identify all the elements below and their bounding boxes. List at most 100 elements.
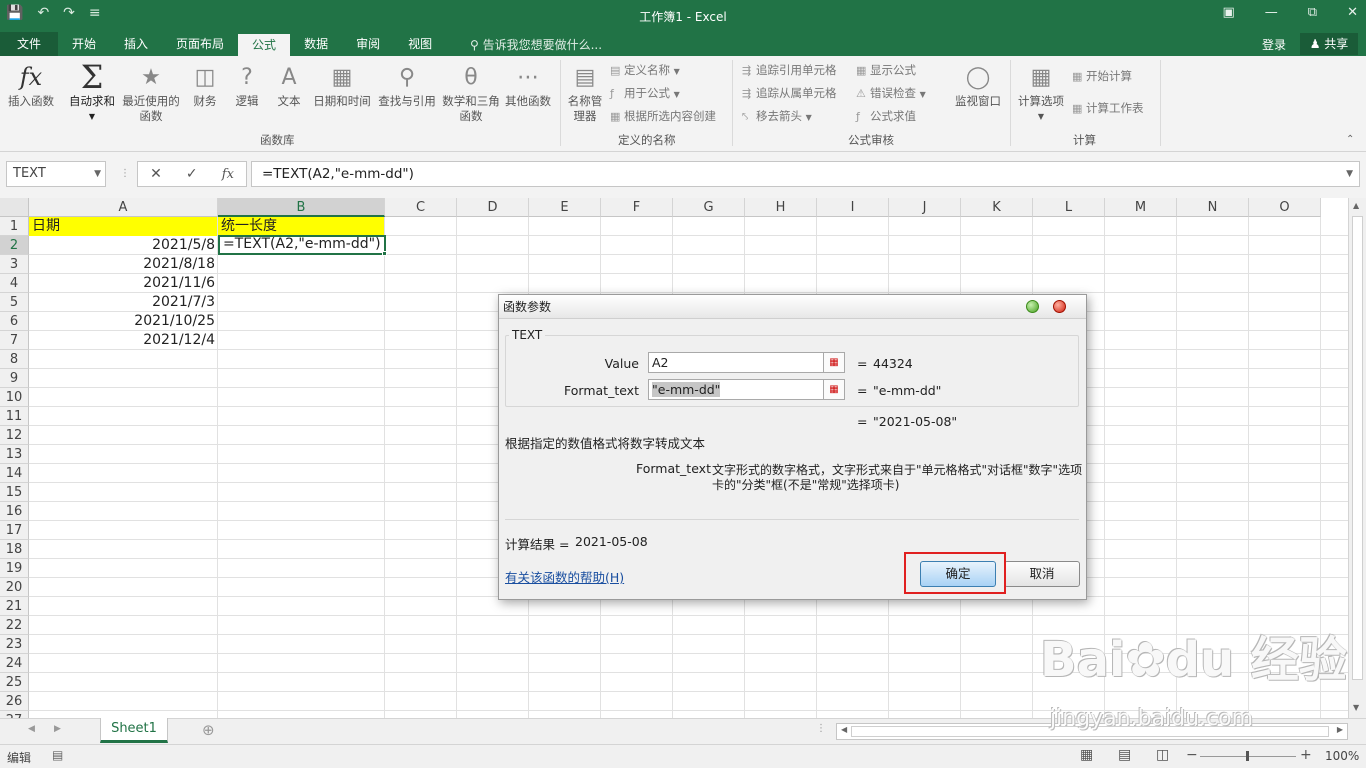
zoom-slider-thumb[interactable]	[1246, 751, 1249, 761]
column-header[interactable]: H	[745, 198, 817, 217]
zoom-level[interactable]: 100%	[1325, 749, 1359, 763]
prev-sheet-icon[interactable]: ◀	[28, 724, 35, 734]
close-icon[interactable]: ✕	[1347, 5, 1358, 20]
name-manager-button[interactable]: ▤ 名称管理器	[564, 58, 606, 124]
tab-insert[interactable]: 插入	[110, 32, 162, 56]
trace-precedents-button[interactable]: ⇶ 追踪引用单元格	[742, 60, 837, 80]
row-header[interactable]: 7	[0, 331, 29, 350]
row-header[interactable]: 19	[0, 559, 29, 578]
row-header[interactable]: 1	[0, 217, 29, 236]
sheet-tab-sheet1[interactable]: Sheet1	[100, 718, 168, 743]
horizontal-scrollbar[interactable]: ◀ ▶	[836, 723, 1348, 740]
text-button[interactable]: A 文本	[272, 58, 306, 109]
formula-input[interactable]: =TEXT(A2,"e-mm-dd") ▼	[251, 161, 1360, 187]
tab-file[interactable]: 文件	[0, 32, 58, 56]
restore-icon[interactable]: ⧉	[1308, 5, 1317, 20]
column-header[interactable]: D	[457, 198, 529, 217]
row-header[interactable]: 11	[0, 407, 29, 426]
tab-home[interactable]: 开始	[58, 32, 110, 56]
logical-button[interactable]: ? 逻辑	[230, 58, 264, 109]
row-header[interactable]: 23	[0, 635, 29, 654]
cancel-icon[interactable]: ✕	[150, 166, 162, 182]
row-header[interactable]: 27	[0, 711, 29, 718]
column-header[interactable]: O	[1249, 198, 1321, 217]
more-functions-button[interactable]: ⋯ 其他函数	[502, 58, 554, 109]
trace-dependents-button[interactable]: ⇶ 追踪从属单元格	[742, 83, 837, 103]
date-time-button[interactable]: ▦ 日期和时间	[310, 58, 374, 109]
cell-a6[interactable]: 2021/10/25	[29, 312, 217, 331]
cell-b2[interactable]: =TEXT(A2,"e-mm-dd")	[218, 235, 386, 255]
scroll-down-icon[interactable]: ▼	[1353, 703, 1359, 712]
close-icon[interactable]	[1053, 300, 1066, 313]
row-header[interactable]: 5	[0, 293, 29, 312]
calc-now-button[interactable]: ▦ 开始计算	[1072, 66, 1132, 86]
define-name-button[interactable]: ▤ 定义名称 ▼	[610, 60, 680, 80]
show-formulas-button[interactable]: ▦ 显示公式	[856, 60, 916, 80]
calc-sheet-button[interactable]: ▦ 计算工作表	[1072, 98, 1144, 118]
share-button[interactable]: ♟ 共享	[1300, 33, 1358, 55]
tab-view[interactable]: 视图	[394, 32, 446, 56]
row-header[interactable]: 9	[0, 369, 29, 388]
create-from-selection-button[interactable]: ▦ 根据所选内容创建	[610, 106, 716, 126]
page-break-view-icon[interactable]: ◫	[1156, 747, 1169, 763]
row-header[interactable]: 17	[0, 521, 29, 540]
row-header[interactable]: 18	[0, 540, 29, 559]
fx-icon[interactable]: fx	[222, 167, 234, 182]
next-sheet-icon[interactable]: ▶	[54, 724, 61, 734]
insert-function-button[interactable]: fx 插入函数	[4, 58, 58, 109]
row-header[interactable]: 13	[0, 445, 29, 464]
column-header[interactable]: M	[1105, 198, 1177, 217]
normal-view-icon[interactable]: ▦	[1080, 747, 1093, 763]
cell-a7[interactable]: 2021/12/4	[29, 331, 217, 350]
row-header[interactable]: 4	[0, 274, 29, 293]
scroll-up-icon[interactable]: ▲	[1353, 201, 1359, 210]
row-header[interactable]: 2	[0, 236, 29, 255]
cell-a3[interactable]: 2021/8/18	[29, 255, 217, 274]
row-header[interactable]: 15	[0, 483, 29, 502]
row-header[interactable]: 20	[0, 578, 29, 597]
tab-data[interactable]: 数据	[290, 32, 342, 56]
evaluate-formula-button[interactable]: ƒ 公式求值	[856, 106, 916, 126]
row-header[interactable]: 8	[0, 350, 29, 369]
collapse-dialog-icon[interactable]: ▦	[823, 352, 845, 373]
minimize-icon[interactable]: —	[1265, 5, 1278, 20]
column-header[interactable]: E	[529, 198, 601, 217]
cell-b1[interactable]: 统一长度	[218, 217, 384, 236]
tell-me-box[interactable]: ⚲ 告诉我您想要做什么...	[470, 36, 602, 53]
tab-review[interactable]: 审阅	[342, 32, 394, 56]
column-header[interactable]: N	[1177, 198, 1249, 217]
macro-record-icon[interactable]: ▤	[52, 748, 63, 762]
help-on-function-link[interactable]: 有关该函数的帮助(H)	[505, 567, 624, 586]
collapse-dialog-icon[interactable]: ▦	[823, 379, 845, 400]
vertical-scrollbar[interactable]: ▲ ▼	[1348, 198, 1366, 718]
plus-circle-icon[interactable]: ⊕	[202, 721, 215, 739]
row-header[interactable]: 25	[0, 673, 29, 692]
collapse-ribbon-icon[interactable]: ⌃	[1346, 134, 1354, 145]
column-header[interactable]: L	[1033, 198, 1105, 217]
cell-a2[interactable]: 2021/5/8	[29, 236, 217, 255]
row-header[interactable]: 3	[0, 255, 29, 274]
scroll-left-icon[interactable]: ◀	[841, 725, 847, 734]
name-box[interactable]: TEXT ▼	[6, 161, 106, 187]
column-header[interactable]: A	[29, 198, 218, 217]
calc-options-button[interactable]: ▦ 计算选项 ▼	[1014, 58, 1068, 124]
page-layout-view-icon[interactable]: ▤	[1118, 747, 1131, 763]
scroll-thumb[interactable]	[1352, 216, 1363, 680]
math-trig-button[interactable]: θ 数学和三角函数	[442, 58, 500, 124]
zoom-in-icon[interactable]: +	[1300, 747, 1312, 763]
cancel-button[interactable]: 取消	[1004, 561, 1080, 587]
scroll-thumb[interactable]	[851, 726, 1329, 737]
tab-page-layout[interactable]: 页面布局	[162, 32, 238, 56]
column-header[interactable]: G	[673, 198, 745, 217]
autosum-button[interactable]: Σ 自动求和 ▼	[64, 58, 120, 124]
arg-input-value[interactable]: A2	[648, 352, 824, 373]
financial-button[interactable]: ◫ 财务	[186, 58, 224, 109]
column-header[interactable]: K	[961, 198, 1033, 217]
use-in-formula-button[interactable]: ƒ 用于公式 ▼	[610, 83, 680, 103]
enter-checkmark-icon[interactable]: ✓	[186, 166, 198, 182]
lookup-reference-button[interactable]: ⚲ 查找与引用	[376, 58, 438, 109]
column-header[interactable]: F	[601, 198, 673, 217]
help-icon[interactable]	[1026, 300, 1039, 313]
column-header[interactable]: C	[385, 198, 457, 217]
arg-input-format-text[interactable]: "e-mm-dd"	[648, 379, 824, 400]
